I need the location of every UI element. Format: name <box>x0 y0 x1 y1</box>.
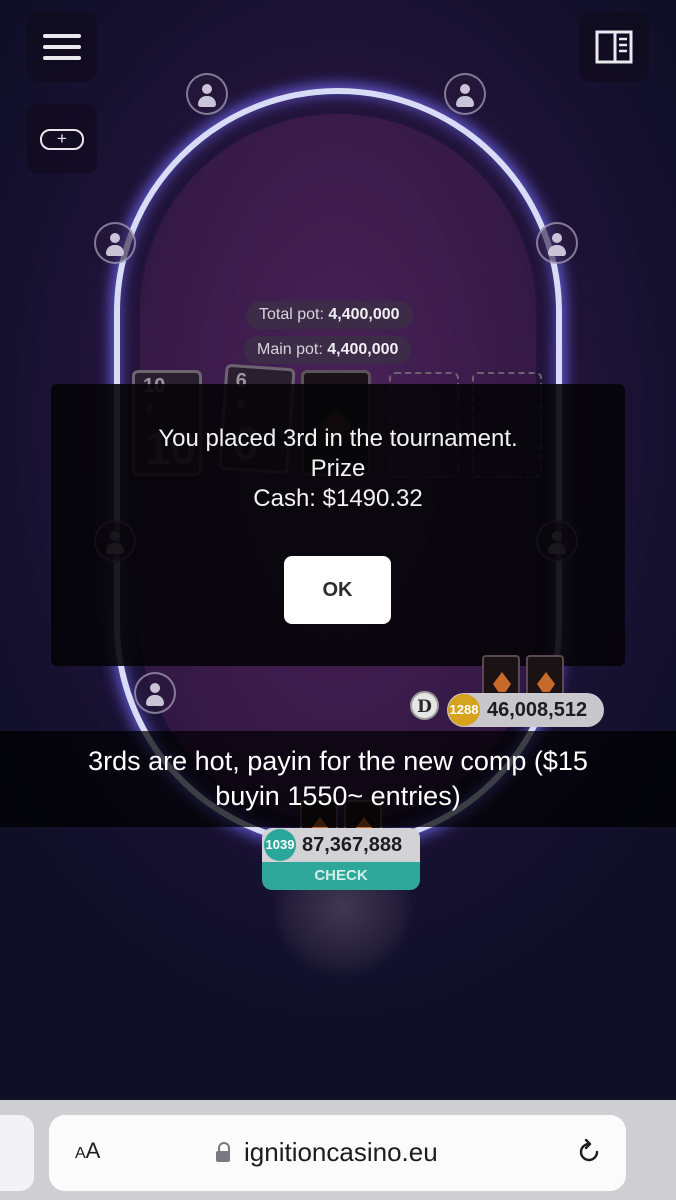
dialog-line: Prize <box>310 455 366 482</box>
stack-amount: 87,367,888 <box>302 834 403 856</box>
add-table-icon: + <box>40 128 84 150</box>
check-button[interactable]: CHECK <box>262 862 420 890</box>
main-pot: Main pot: 4,400,000 <box>244 336 412 364</box>
add-table-button[interactable]: + <box>27 104 97 174</box>
url-text: ignitioncasino.eu <box>244 1137 438 1167</box>
ok-button[interactable]: OK <box>284 556 391 624</box>
caption-overlay: 3rds are hot, payin for the new comp ($1… <box>0 731 676 827</box>
lock-icon <box>216 1142 230 1162</box>
total-pot: Total pot: 4,400,000 <box>246 301 413 329</box>
address-bar[interactable]: AA ignitioncasino.eu <box>49 1115 626 1191</box>
prize-amount: Cash: $1490.32 <box>253 485 423 512</box>
empty-seat[interactable] <box>444 73 486 115</box>
sidebar-layout-icon <box>595 30 633 64</box>
chip-badge: 1288 <box>448 694 480 726</box>
game-screen: + Total pot: 4,400,000 Main pot: 4,400,0… <box>0 0 676 1100</box>
dialog-line: You placed 3rd in the tournament. <box>158 425 518 452</box>
menu-button[interactable] <box>27 12 97 82</box>
hamburger-icon <box>43 27 81 67</box>
main-pot-label: Main pot: <box>257 341 323 358</box>
hero-stack: 1039 87,367,888 <box>262 828 420 862</box>
reload-icon[interactable] <box>576 1139 602 1165</box>
hero-seat: 1039 87,367,888 CHECK <box>262 828 420 890</box>
layout-button[interactable] <box>579 12 649 82</box>
empty-seat[interactable] <box>94 222 136 264</box>
empty-seat[interactable] <box>134 672 176 714</box>
opponent-stack: 1288 46,008,512 <box>447 693 604 727</box>
empty-seat[interactable] <box>186 73 228 115</box>
main-pot-value: 4,400,000 <box>327 341 399 358</box>
tournament-result-dialog: You placed 3rd in the tournament. Prize … <box>51 384 625 666</box>
dealer-button: D <box>410 691 439 720</box>
empty-seat[interactable] <box>536 222 578 264</box>
caption-line: 3rds are hot, payin for the new comp ($1… <box>88 746 588 776</box>
caption-line: buyin 1550~ entries) <box>215 781 461 811</box>
total-pot-value: 4,400,000 <box>328 306 400 323</box>
browser-toolbar: AA ignitioncasino.eu <box>0 1100 676 1200</box>
previous-tab[interactable] <box>0 1115 34 1191</box>
reader-options-button[interactable]: AA <box>75 1138 100 1164</box>
total-pot-label: Total pot: <box>259 306 324 323</box>
stack-amount: 46,008,512 <box>487 699 588 721</box>
chip-badge: 1039 <box>264 829 296 861</box>
dialog-message: You placed 3rd in the tournament. Prize … <box>51 424 625 514</box>
